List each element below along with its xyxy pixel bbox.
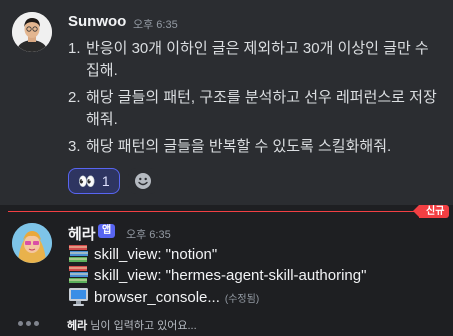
tool-call-text: skill_view: "hermes-agent-skill-authorin… xyxy=(94,266,367,284)
list-item: 3. 해당 패턴의 글들을 반복할 수 있도록 스킬화해줘. xyxy=(68,138,392,155)
app-badge: 앱 xyxy=(98,224,116,238)
avatar[interactable] xyxy=(12,12,52,52)
author-name[interactable]: 헤라 xyxy=(68,223,96,244)
tool-call-text: skill_view: "notion" xyxy=(94,245,218,263)
smiley-icon xyxy=(135,173,151,189)
edited-label: (수정됨) xyxy=(224,293,260,305)
reaction-count: 1 xyxy=(101,173,110,189)
tool-call-item: skill_view: "notion" xyxy=(68,244,217,264)
tool-call-item: skill_view: "hermes-agent-skill-authorin… xyxy=(68,265,366,285)
list-item: 2. 해당 글들의 패턴, 구조를 분석하고 선우 레퍼런스로 저장해줘. xyxy=(68,89,437,128)
typing-indicator: 헤라 님이 입력하고 있어요... xyxy=(0,312,453,336)
computer-icon xyxy=(68,287,90,307)
books-icon xyxy=(68,265,90,285)
add-reaction-button[interactable] xyxy=(128,168,158,194)
reaction-eyes[interactable]: 👀 1 xyxy=(68,168,120,194)
message-sunwoo: Sunwoo 오후 6:35 1. 반응이 30개 이하인 글은 제외하고 30개… xyxy=(0,0,453,205)
avatar[interactable] xyxy=(12,223,52,263)
new-badge: 신규 xyxy=(412,205,450,218)
tool-call-item: browser_console... (수정됨) xyxy=(68,287,259,307)
typing-user: 헤라 xyxy=(67,320,88,332)
eyes-emoji-icon: 👀 xyxy=(78,172,96,189)
typing-dots-icon xyxy=(18,321,39,326)
timestamp: 오후 6:35 xyxy=(133,19,178,31)
author-name[interactable]: Sunwoo xyxy=(68,13,126,30)
books-icon xyxy=(68,244,90,264)
timestamp: 오후 6:35 xyxy=(126,229,171,241)
message-content: 1. 반응이 30개 이하인 글은 제외하고 30개 이상인 글만 수집해. 2.… xyxy=(68,38,438,163)
list-item: 1. 반응이 30개 이하인 글은 제외하고 30개 이상인 글만 수집해. xyxy=(68,40,429,79)
tool-call-text: browser_console... xyxy=(94,288,220,306)
new-messages-divider xyxy=(8,211,420,212)
typing-text: 님이 입력하고 있어요... xyxy=(87,320,197,332)
